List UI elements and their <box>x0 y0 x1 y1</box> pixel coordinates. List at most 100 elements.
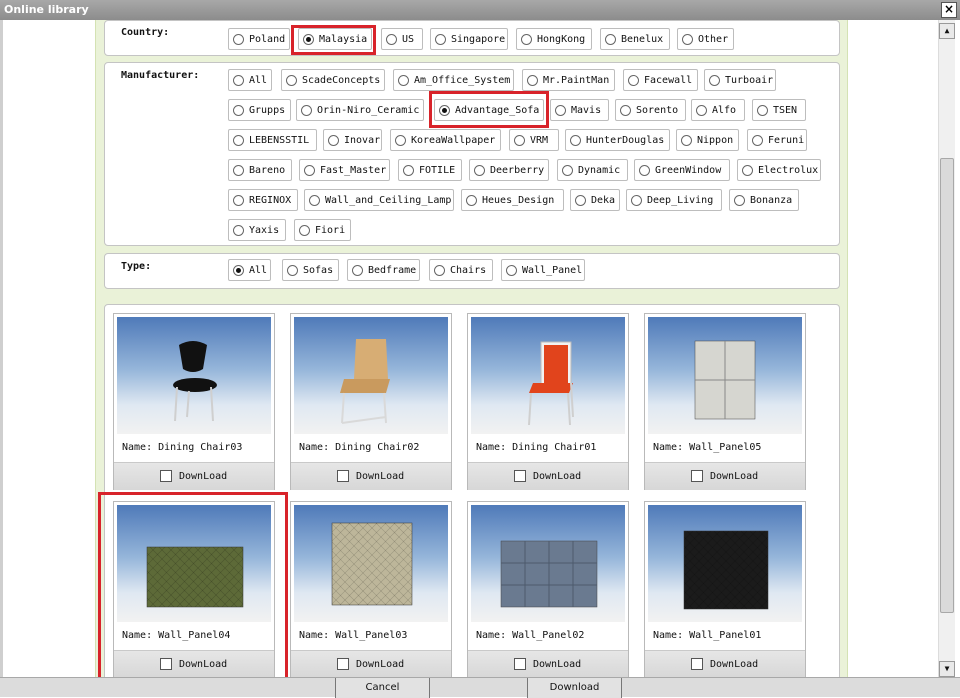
scroll-down-icon[interactable]: ▼ <box>939 661 955 677</box>
item-card[interactable]: Name: Wall_Panel01 DownLoad <box>644 501 806 678</box>
radio-label: Sofas <box>303 264 334 276</box>
type-option-chairs[interactable]: Chairs <box>429 259 493 281</box>
download-checkbox[interactable] <box>691 470 703 482</box>
radio-icon <box>466 194 477 206</box>
scroll-up-icon[interactable]: ▲ <box>939 23 955 39</box>
radio-icon <box>395 134 406 146</box>
item-card[interactable]: Name: Wall_Panel03 DownLoad <box>290 501 452 678</box>
manufacturer-option-greenwindow[interactable]: GreenWindow <box>634 159 730 181</box>
manufacturer-option-grupps[interactable]: Grupps <box>228 99 291 121</box>
country-option-us[interactable]: US <box>381 28 423 50</box>
item-card[interactable]: Name: Wall_Panel02 DownLoad <box>467 501 629 678</box>
item-thumbnail[interactable] <box>294 505 448 622</box>
cancel-button[interactable]: Cancel <box>335 678 430 698</box>
item-thumbnail[interactable] <box>117 317 271 434</box>
radio-icon <box>287 264 298 276</box>
download-checkbox-label: DownLoad <box>710 471 759 482</box>
manufacturer-option-tsen[interactable]: TSEN <box>752 99 806 121</box>
item-card[interactable]: Name: Dining Chair01 DownLoad <box>467 313 629 490</box>
country-option-other[interactable]: Other <box>677 28 734 50</box>
item-thumbnail[interactable] <box>648 317 802 434</box>
download-checkbox[interactable] <box>337 658 349 670</box>
manufacturer-option-reginox[interactable]: REGINOX <box>228 189 298 211</box>
panel-beige-icon <box>331 522 413 606</box>
radio-icon <box>696 104 707 116</box>
manufacturer-option-mr-paintman[interactable]: Mr.PaintMan <box>522 69 615 91</box>
manufacturer-option-deka[interactable]: Deka <box>570 189 620 211</box>
manufacturer-option-dynamic[interactable]: Dynamic <box>557 159 628 181</box>
manufacturer-option-deep-living[interactable]: Deep_Living <box>626 189 722 211</box>
country-option-poland[interactable]: Poland <box>228 28 290 50</box>
download-button[interactable]: Download <box>527 678 622 698</box>
country-option-singapore[interactable]: Singapore <box>430 28 508 50</box>
manufacturer-option-sorento[interactable]: Sorento <box>615 99 686 121</box>
country-option-malaysia[interactable]: Malaysia <box>298 28 372 50</box>
download-checkbox[interactable] <box>514 658 526 670</box>
manufacturer-option-fast-master[interactable]: Fast_Master <box>299 159 390 181</box>
item-card[interactable]: Name: Dining Chair02 DownLoad <box>290 313 452 490</box>
manufacturer-option-wall-and-ceiling-lamp[interactable]: Wall_and_Ceiling_Lamp <box>304 189 454 211</box>
radio-label: HongKong <box>537 33 586 45</box>
manufacturer-option-scadeconcepts[interactable]: ScadeConcepts <box>281 69 385 91</box>
item-thumbnail[interactable] <box>648 505 802 622</box>
close-icon[interactable]: × <box>941 2 957 18</box>
type-option-wall-panel[interactable]: Wall_Panel <box>501 259 585 281</box>
radio-icon <box>521 33 532 45</box>
item-thumbnail[interactable] <box>471 505 625 622</box>
manufacturer-option-fotile[interactable]: FOTILE <box>398 159 462 181</box>
item-thumbnail[interactable] <box>117 505 271 622</box>
manufacturer-option-lebensstil[interactable]: LEBENSSTIL <box>228 129 317 151</box>
item-card[interactable]: Name: Wall_Panel05 DownLoad <box>644 313 806 490</box>
download-checkbox[interactable] <box>691 658 703 670</box>
manufacturer-option-inovar[interactable]: Inovar <box>323 129 382 151</box>
manufacturer-option-advantage-sofa[interactable]: Advantage_Sofa <box>434 99 544 121</box>
country-option-hongkong[interactable]: HongKong <box>516 28 592 50</box>
manufacturer-option-all[interactable]: All <box>228 69 272 91</box>
manufacturer-option-yaxis[interactable]: Yaxis <box>228 219 286 241</box>
manufacturer-option-koreawallpaper[interactable]: KoreaWallpaper <box>390 129 501 151</box>
download-checkbox[interactable] <box>337 470 349 482</box>
manufacturer-option-mavis[interactable]: Mavis <box>550 99 609 121</box>
scroll-thumb[interactable] <box>940 158 954 613</box>
vertical-scrollbar[interactable]: ▲ ▼ <box>938 20 955 677</box>
manufacturer-option-orin-niro-ceramic[interactable]: Orin-Niro_Ceramic <box>296 99 424 121</box>
manufacturer-option-heues-design[interactable]: Heues_Design <box>461 189 564 211</box>
country-option-benelux[interactable]: Benelux <box>600 28 670 50</box>
radio-label: Am_Office_System <box>414 74 511 86</box>
manufacturer-option-vrm[interactable]: VRM <box>509 129 559 151</box>
manufacturer-option-turboair[interactable]: Turboair <box>704 69 776 91</box>
manufacturer-option-alfo[interactable]: Alfo <box>691 99 745 121</box>
type-label: Type: <box>121 261 152 272</box>
manufacturer-option-nippon[interactable]: Nippon <box>676 129 739 151</box>
manufacturer-option-facewall[interactable]: Facewall <box>623 69 698 91</box>
manufacturer-option-electrolux[interactable]: Electrolux <box>737 159 821 181</box>
item-card[interactable]: Name: Wall_Panel04 DownLoad <box>113 501 275 678</box>
radio-icon <box>233 134 244 146</box>
download-checkbox[interactable] <box>514 470 526 482</box>
radio-label: Benelux <box>621 33 664 45</box>
radio-label: Mavis <box>571 104 602 116</box>
manufacturer-option-hunterdouglas[interactable]: HunterDouglas <box>565 129 670 151</box>
manufacturer-option-bonanza[interactable]: Bonanza <box>729 189 799 211</box>
radio-label: Feruni <box>768 134 805 146</box>
panel-grey-quilt-icon <box>694 340 756 420</box>
manufacturer-option-bareno[interactable]: Bareno <box>228 159 292 181</box>
download-checkbox[interactable] <box>160 658 172 670</box>
panel-blue-icon <box>500 540 598 608</box>
type-option-sofas[interactable]: Sofas <box>282 259 339 281</box>
item-card[interactable]: Name: Dining Chair03 DownLoad <box>113 313 275 490</box>
chair-red-icon <box>528 341 574 426</box>
manufacturer-option-am-office-system[interactable]: Am_Office_System <box>393 69 514 91</box>
type-option-all[interactable]: All <box>228 259 271 281</box>
manufacturer-option-feruni[interactable]: Feruni <box>747 129 807 151</box>
radio-label: Other <box>698 33 729 45</box>
item-thumbnail[interactable] <box>294 317 448 434</box>
download-checkbox[interactable] <box>160 470 172 482</box>
type-option-bedframe[interactable]: Bedframe <box>347 259 420 281</box>
manufacturer-option-fiori[interactable]: Fiori <box>294 219 351 241</box>
item-thumbnail[interactable] <box>471 317 625 434</box>
radio-label: Deep_Living <box>647 194 714 206</box>
radio-icon <box>233 224 244 236</box>
download-checkbox-label: DownLoad <box>179 659 228 670</box>
manufacturer-option-deerberry[interactable]: Deerberry <box>469 159 549 181</box>
